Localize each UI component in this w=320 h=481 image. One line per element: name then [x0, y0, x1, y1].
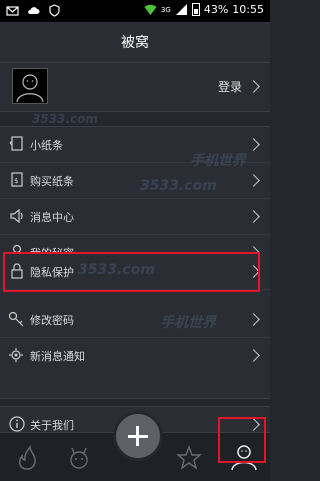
mail-icon [6, 6, 19, 16]
svg-text:$: $ [14, 177, 18, 185]
key-icon [8, 311, 24, 327]
menu-label: 关于我们 [30, 419, 74, 432]
battery-percent: 43% [203, 3, 229, 16]
menu-label: 消息中心 [30, 211, 74, 224]
chevron-right-icon [247, 349, 260, 362]
signal-icon [175, 4, 187, 15]
watermark: 手机世界 [160, 315, 216, 331]
highlight-box [218, 417, 266, 463]
chevron-right-icon [247, 80, 260, 93]
notification-gear-icon [9, 348, 23, 362]
network-type: 3G [160, 5, 171, 14]
watermark: 3533.com [140, 178, 217, 194]
menu-group-1: 小纸条 $ 购买纸条 消息中心 我的秘密 [0, 126, 270, 273]
speaker-icon [10, 208, 23, 224]
watermark: 手机世界 [190, 153, 246, 169]
note-icon [9, 136, 23, 151]
clock: 10:55 [232, 3, 264, 16]
fire-icon[interactable] [14, 445, 40, 471]
wifi-icon [144, 4, 157, 15]
title-bar: 被窝 [0, 22, 270, 63]
chevron-right-icon [247, 210, 260, 223]
info-icon [9, 416, 25, 432]
add-button[interactable] [113, 411, 163, 461]
menu-item-new-message-notify[interactable]: 新消息通知 [0, 338, 270, 374]
menu-label: 修改密码 [30, 314, 74, 327]
default-avatar-icon [16, 74, 44, 103]
menu-item-message-center[interactable]: 消息中心 [0, 199, 270, 235]
chevron-right-icon [247, 174, 260, 187]
shield-icon [49, 4, 60, 17]
chevron-right-icon [247, 138, 260, 151]
menu-label: 小纸条 [30, 139, 63, 152]
menu-label: 新消息通知 [30, 350, 85, 363]
menu-item-change-password[interactable]: 修改密码 [0, 302, 270, 338]
avatar [12, 68, 48, 104]
battery-icon [191, 3, 200, 16]
watermark: 3533.com [32, 112, 98, 126]
menu-label: 购买纸条 [30, 175, 74, 188]
cloud-icon [28, 7, 40, 14]
page-title: 被窝 [121, 35, 149, 51]
creature-icon[interactable] [66, 445, 92, 471]
highlight-box [3, 252, 260, 292]
star-icon[interactable] [176, 445, 202, 471]
login-label[interactable]: 登录 [218, 78, 242, 95]
chevron-right-icon [247, 313, 260, 326]
buy-note-icon: $ [11, 172, 23, 187]
profile-row[interactable]: 登录 [0, 62, 270, 112]
status-bar: 3G 43% 10:55 [0, 0, 270, 22]
